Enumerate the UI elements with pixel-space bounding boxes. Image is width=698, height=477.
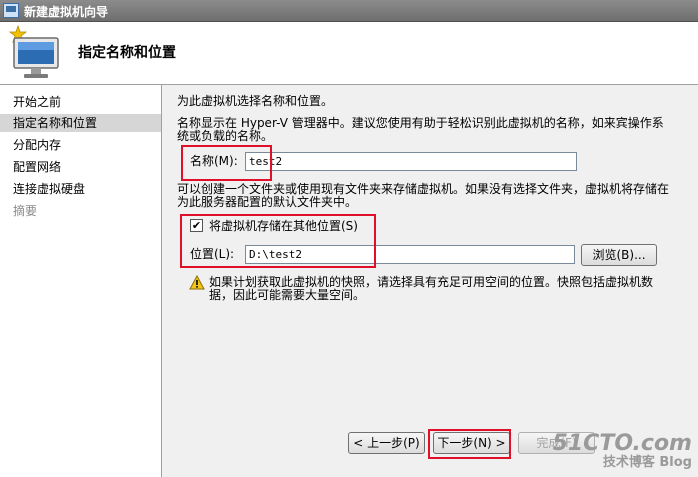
title-bar[interactable]: 新建虚拟机向导 <box>0 0 698 22</box>
step-assign-memory[interactable]: 分配内存 <box>0 136 161 154</box>
wizard-content: 为此虚拟机选择名称和位置。 名称显示在 Hyper-V 管理器中。建议您使用有助… <box>163 85 698 477</box>
page-title: 指定名称和位置 <box>78 45 176 61</box>
step-connect-virtual-disk[interactable]: 连接虚拟硬盘 <box>0 180 161 198</box>
folder-hint-line1: 可以创建一个文件夹或使用现有文件夹来存储虚拟机。如果没有选择文件夹，虚拟机将存储… <box>177 182 670 196</box>
watermark-sub: 技术博客 Blog <box>602 455 692 470</box>
location-label: 位置(L): <box>190 247 235 261</box>
store-elsewhere-label[interactable]: 将虚拟机存储在其他位置(S) <box>209 219 358 233</box>
warning-icon <box>189 275 205 290</box>
name-hint-line1: 名称显示在 Hyper-V 管理器中。建议您使用有助于轻松识别此虚拟机的名称，如… <box>177 116 664 130</box>
location-input[interactable]: D:\test2 <box>245 245 575 264</box>
site-watermark: 51CTO.com 技术博客 Blog <box>553 433 692 471</box>
window-title: 新建虚拟机向导 <box>24 5 109 19</box>
step-before-you-begin[interactable]: 开始之前 <box>0 93 161 111</box>
wizard-header: 指定名称和位置 <box>0 22 698 85</box>
wizard-steps-sidebar: 开始之前 指定名称和位置 分配内存 配置网络 连接虚拟硬盘 摘要 <box>0 85 162 477</box>
browse-button[interactable]: 浏览(B)... <box>581 244 657 266</box>
name-label: 名称(M): <box>190 154 238 168</box>
next-button[interactable]: 下一步(N) > <box>433 432 510 454</box>
warning-line2: 据，因此可能需要大量空间。 <box>209 288 366 302</box>
previous-button[interactable]: < 上一步(P) <box>348 432 425 454</box>
step-configure-network[interactable]: 配置网络 <box>0 158 161 176</box>
window-app-icon <box>3 3 19 18</box>
step-specify-name-location[interactable]: 指定名称和位置 <box>0 114 161 132</box>
new-vm-monitor-icon <box>8 24 59 78</box>
step-summary: 摘要 <box>13 204 38 218</box>
store-elsewhere-checkbox[interactable]: ✔ <box>190 219 203 232</box>
watermark-main: 51CTO.com <box>552 431 692 456</box>
name-input[interactable]: test2 <box>245 152 577 171</box>
warning-line1: 如果计划获取此虚拟机的快照，请选择具有充足可用空间的位置。快照包括虚拟机数 <box>209 275 654 289</box>
folder-hint-line2: 为此服务器配置的默认文件夹中。 <box>177 195 358 209</box>
intro-text: 为此虚拟机选择名称和位置。 <box>177 94 334 108</box>
name-hint-line2: 统或负载的名称。 <box>177 129 274 143</box>
